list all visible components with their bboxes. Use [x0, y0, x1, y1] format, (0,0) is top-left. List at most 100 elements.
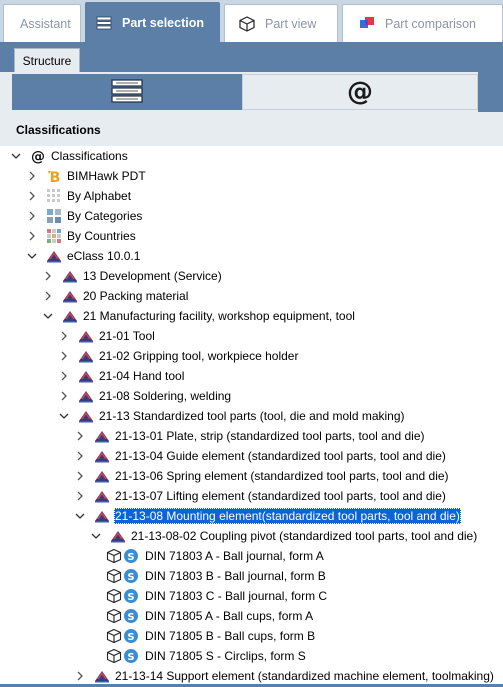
countries-grid-icon: [46, 228, 62, 244]
tree-label: DIN 71803 C - Ball journal, form C: [145, 589, 328, 603]
chevron-right-icon[interactable]: [74, 426, 86, 446]
part-icon: S: [106, 648, 140, 664]
tree-node[interactable]: 21-13-08-02 Coupling pivot (standardized…: [90, 526, 478, 546]
svg-text:S: S: [127, 632, 134, 643]
tree-node[interactable]: 21-13-01 Plate, strip (standardized tool…: [74, 426, 426, 446]
chevron-right-icon[interactable]: [58, 346, 70, 366]
books-icon: [110, 78, 144, 107]
tree-label: By Alphabet: [67, 189, 132, 203]
tree-label: 21-13-08 Mounting element(standardized t…: [114, 508, 461, 524]
tree-node[interactable]: By Countries: [26, 226, 137, 246]
tab-part-selection-label: Part selection: [122, 15, 204, 30]
chevron-down-icon[interactable]: [26, 246, 38, 266]
part-icon: S: [106, 608, 140, 624]
chevron-right-icon[interactable]: [58, 326, 70, 346]
classifications-header: Classifications: [0, 112, 503, 146]
chevron-right-icon[interactable]: [74, 466, 86, 486]
chevron-down-icon[interactable]: [10, 146, 22, 166]
tree-label: 21-13-14 Support element (standardized m…: [115, 669, 494, 683]
tab-part-comparison[interactable]: Part comparison: [342, 4, 503, 42]
classification-view-button[interactable]: @: [242, 74, 478, 110]
eclass-icon: [94, 468, 110, 484]
tree-label: 21-02 Gripping tool, workpiece holder: [99, 349, 299, 363]
tree-node[interactable]: 20 Packing material: [42, 286, 189, 306]
tree-leaf-item[interactable]: S DIN 71803 A - Ball journal, form A: [106, 546, 325, 566]
tree-label: 21-13-08-02 Coupling pivot (standardized…: [131, 529, 478, 543]
tab-part-selection[interactable]: Part selection: [85, 2, 220, 42]
at-icon: @: [347, 77, 373, 107]
chevron-right-icon[interactable]: [26, 226, 38, 246]
chevron-right-icon[interactable]: [26, 206, 38, 226]
structure-bar: Structure: [0, 42, 503, 72]
chevron-down-icon[interactable]: [42, 306, 54, 326]
tree-node[interactable]: 21-04 Hand tool: [58, 366, 185, 386]
tree-label: DIN 71803 B - Ball journal, form B: [145, 569, 326, 583]
eclass-icon: [78, 408, 94, 424]
chevron-down-icon[interactable]: [90, 526, 102, 546]
chevron-right-icon[interactable]: [74, 486, 86, 506]
tree-label: 21-13-07 Lifting element (standardized t…: [115, 489, 446, 503]
chevron-right-icon[interactable]: [42, 266, 54, 286]
chevron-right-icon[interactable]: [58, 386, 70, 406]
svg-text:S: S: [127, 572, 134, 583]
svg-text:S: S: [127, 592, 134, 603]
tab-structure-label: Structure: [22, 53, 72, 68]
tree-node[interactable]: By Alphabet: [26, 186, 132, 206]
tree-leaf-item[interactable]: S DIN 71805 B - Ball cups, form B: [106, 626, 316, 646]
tree-node[interactable]: 13 Development (Service): [42, 266, 223, 286]
tree-leaf-item[interactable]: S DIN 71803 B - Ball journal, form B: [106, 566, 327, 586]
tree-node[interactable]: 21-13-07 Lifting element (standardized t…: [74, 486, 447, 506]
chevron-right-icon[interactable]: [26, 186, 38, 206]
tree-leaf-item[interactable]: S DIN 71805 S - Circlips, form S: [106, 646, 307, 666]
chevron-right-icon[interactable]: [58, 366, 70, 386]
tab-assistant-label: Assistant: [20, 16, 71, 31]
tree-node[interactable]: 21-01 Tool: [58, 326, 156, 346]
tab-assistant[interactable]: Assistant: [3, 4, 81, 42]
tree-node[interactable]: 21-08 Soldering, welding: [58, 386, 232, 406]
tree-label: By Categories: [67, 209, 143, 223]
chevron-right-icon[interactable]: [26, 166, 38, 186]
tree-node[interactable]: 21 Manufacturing facility, workshop equi…: [42, 306, 356, 326]
tree-node[interactable]: 21-13-08 Mounting element(standardized t…: [74, 506, 461, 526]
eclass-icon: [94, 428, 110, 444]
eclass-icon: [78, 388, 94, 404]
tree-node[interactable]: 21-13-06 Spring element (standardized to…: [74, 466, 450, 486]
part-icon: S: [106, 568, 140, 584]
tree-node[interactable]: 21-13 Standardized tool parts (tool, die…: [58, 406, 406, 426]
tree-node[interactable]: eClass 10.0.1: [26, 246, 141, 266]
books-icon: [96, 15, 112, 31]
tab-part-comparison-label: Part comparison: [385, 16, 477, 31]
eclass-icon: [110, 528, 126, 544]
tree-node[interactable]: 21-02 Gripping tool, workpiece holder: [58, 346, 299, 366]
cube-icon: [239, 15, 255, 32]
tree-label: By Countries: [67, 229, 136, 243]
tree-leaf-item[interactable]: S DIN 71805 A - Ball cups, form A: [106, 606, 314, 626]
tree-label: Classifications: [51, 149, 128, 163]
tree-label: 21-13-06 Spring element (standardized to…: [115, 469, 449, 483]
svg-text:S: S: [127, 552, 134, 563]
tree-node[interactable]: B BIMHawk PDT: [26, 166, 147, 186]
toggle-scroll-stub: [478, 72, 503, 112]
tab-part-view[interactable]: Part view: [224, 4, 338, 42]
chevron-right-icon[interactable]: [74, 666, 86, 686]
tree-label: 21-08 Soldering, welding: [99, 389, 232, 403]
svg-text:S: S: [127, 652, 134, 663]
part-icon: S: [106, 588, 140, 604]
tree-label: 21-13-01 Plate, strip (standardized tool…: [115, 429, 425, 443]
chevron-right-icon[interactable]: [74, 446, 86, 466]
chevron-down-icon[interactable]: [58, 406, 70, 426]
chevron-down-icon[interactable]: [74, 506, 86, 526]
tree-label: DIN 71805 A - Ball cups, form A: [145, 609, 314, 623]
tab-structure[interactable]: Structure: [14, 48, 80, 72]
tree-node[interactable]: 21-13-04 Guide element (standardized too…: [74, 446, 447, 466]
tree-node[interactable]: By Categories: [26, 206, 143, 226]
part-icon: S: [106, 628, 140, 644]
catalog-view-button[interactable]: [12, 74, 242, 110]
part-icon: S: [106, 548, 140, 564]
tree-label: 20 Packing material: [83, 289, 189, 303]
tree-leaf-item[interactable]: S DIN 71803 C - Ball journal, form C: [106, 586, 328, 606]
chevron-right-icon[interactable]: [42, 286, 54, 306]
tree-node[interactable]: 21-13-14 Support element (standardized m…: [74, 666, 495, 686]
tab-part-view-label: Part view: [265, 16, 317, 31]
tree-node[interactable]: @ Classifications: [10, 146, 129, 166]
